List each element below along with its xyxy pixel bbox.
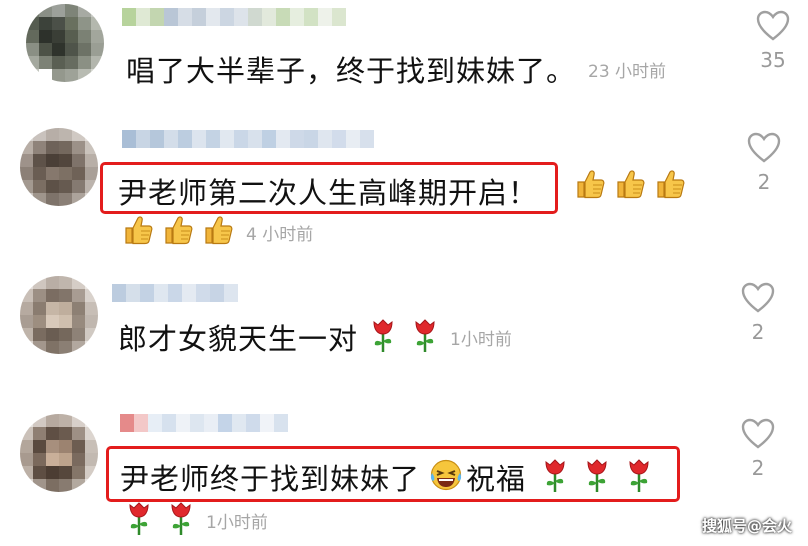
heart-icon xyxy=(741,282,775,313)
like-button[interactable]: 2 xyxy=(732,282,784,344)
thumbs-up-emoji xyxy=(654,168,686,205)
rose-emoji xyxy=(370,317,396,358)
heart-icon xyxy=(756,10,790,41)
emoji-row xyxy=(566,168,686,205)
like-button[interactable]: 2 xyxy=(732,418,784,480)
username-blurred[interactable] xyxy=(122,8,346,26)
thumbs-up-emoji xyxy=(574,168,606,205)
comment-text: 尹老师第二次人生高峰期开启！ xyxy=(118,176,539,210)
thumbs-up-emoji xyxy=(614,168,646,205)
comment-timestamp: 1小时前 xyxy=(206,513,268,533)
comment-text-suffix: 祝福 xyxy=(466,462,527,496)
heart-icon xyxy=(741,418,775,449)
emoji-row: 1小时前 xyxy=(120,500,268,541)
thumbs-up-emoji xyxy=(162,214,194,251)
like-button[interactable]: 2 xyxy=(738,132,790,194)
laughing-face-emoji xyxy=(430,459,462,496)
rose-emoji xyxy=(542,457,568,498)
like-count: 2 xyxy=(751,456,765,480)
comment-timestamp: 4 小时前 xyxy=(246,225,314,245)
like-count: 35 xyxy=(760,48,786,72)
comment-timestamp: 1小时前 xyxy=(450,329,512,350)
comment-text-row: 尹老师第二次人生高峰期开启！ xyxy=(118,170,538,212)
watermark: 搜狐号@会火 xyxy=(701,517,792,535)
username-blurred[interactable] xyxy=(112,284,238,302)
rose-emoji xyxy=(584,457,610,498)
username-blurred[interactable] xyxy=(120,414,288,432)
rose-emoji xyxy=(626,457,652,498)
comment-text: 郎才女貌天生一对 xyxy=(118,322,359,356)
comment-text-row: 郎才女貌天生一对 1小时前 xyxy=(118,316,512,358)
rose-emoji xyxy=(126,500,152,541)
avatar[interactable] xyxy=(20,128,98,206)
avatar[interactable] xyxy=(20,414,98,492)
like-button[interactable]: 35 xyxy=(747,10,799,72)
like-count: 2 xyxy=(751,320,765,344)
comment-text-row: 尹老师终于找到妹妹了 祝福 xyxy=(120,456,652,498)
thumbs-up-emoji xyxy=(202,214,234,251)
comment-text-row: 唱了大半辈子，终于找到妹妹了。 23 小时前 xyxy=(126,48,666,90)
username-blurred[interactable] xyxy=(122,130,374,148)
emoji-row: 4 小时前 xyxy=(114,214,313,251)
thumbs-up-emoji xyxy=(122,214,154,251)
rose-emoji xyxy=(168,500,194,541)
comment-text: 尹老师终于找到妹妹了 xyxy=(120,462,421,496)
avatar[interactable] xyxy=(20,276,98,354)
like-count: 2 xyxy=(757,170,771,194)
comment-text: 唱了大半辈子，终于找到妹妹了。 xyxy=(126,54,577,88)
rose-emoji xyxy=(412,317,438,358)
heart-icon xyxy=(747,132,781,163)
comment-timestamp: 23 小时前 xyxy=(588,61,667,82)
avatar[interactable] xyxy=(26,4,104,82)
